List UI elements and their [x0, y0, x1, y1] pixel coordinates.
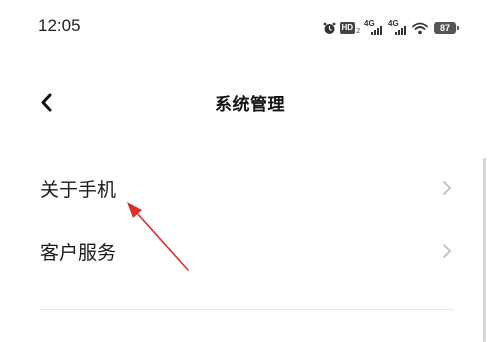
wifi-icon	[412, 22, 428, 35]
chevron-right-icon	[443, 181, 451, 195]
list-item-customer-service[interactable]: 客户服务	[0, 224, 480, 278]
list-divider	[40, 309, 454, 310]
status-bar: 12:05 HD 2 4G 4G 87	[0, 0, 500, 56]
scrollbar[interactable]	[483, 158, 486, 342]
hd-label: HD	[339, 22, 356, 34]
list-item-label: 客户服务	[40, 242, 117, 264]
signal-icon: 4G	[388, 19, 408, 36]
chevron-right-icon	[443, 244, 451, 258]
list-item-about-phone[interactable]: 关于手机	[0, 161, 480, 215]
hd-sub: 2	[356, 27, 360, 35]
screen: 12:05 HD 2 4G 4G 87 系统管理 关于手机 客户服务	[0, 0, 500, 342]
list-item-label: 关于手机	[40, 179, 117, 201]
status-icons: HD 2 4G 4G 87	[323, 19, 459, 37]
battery-icon: 87	[434, 22, 459, 34]
hd-icon: HD 2	[339, 22, 360, 35]
page-title: 系统管理	[215, 95, 285, 115]
alarm-icon	[323, 22, 336, 35]
signal-icon: 4G	[364, 19, 384, 36]
status-time: 12:05	[38, 16, 81, 35]
